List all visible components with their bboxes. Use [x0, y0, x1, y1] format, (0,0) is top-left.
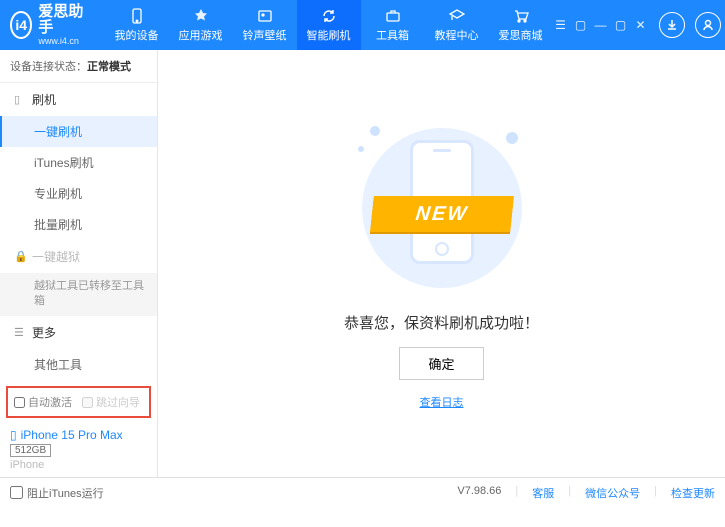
status-bar: 阻止iTunes运行 V7.98.66 | 客服 | 微信公众号 | 检查更新 [0, 477, 725, 507]
nav-my-device[interactable]: 我的设备 [105, 0, 169, 50]
sidebar-item-download-firmware[interactable]: 下载固件 [0, 380, 157, 382]
lock-icon: 🔒 [14, 250, 26, 263]
cart-icon [512, 7, 530, 25]
skin-icon[interactable]: ▢ [573, 17, 589, 33]
app-title: 爱思助手 [38, 4, 84, 37]
sidebar-item-batch-flash[interactable]: 批量刷机 [0, 209, 157, 240]
ok-button[interactable]: 确定 [399, 347, 483, 380]
group-flash[interactable]: ▯刷机 [0, 83, 157, 116]
user-button[interactable] [695, 12, 721, 38]
sidebar-item-oneclick-flash[interactable]: 一键刷机 [0, 116, 157, 147]
link-update[interactable]: 检查更新 [671, 485, 715, 501]
checkbox-skip-setup[interactable]: 跳过向导 [82, 394, 140, 410]
download-button[interactable] [659, 12, 685, 38]
toolbox-icon [384, 7, 402, 25]
link-service[interactable]: 客服 [532, 485, 554, 501]
nav-label: 智能刷机 [307, 27, 351, 43]
nav-flash[interactable]: 智能刷机 [297, 0, 361, 50]
list-icon: ☰ [14, 326, 26, 339]
view-log-link[interactable]: 查看日志 [420, 394, 464, 410]
success-message: 恭喜您，保资料刷机成功啦！ [344, 312, 539, 333]
device-icon: ▯ [10, 428, 17, 442]
apps-icon [192, 7, 210, 25]
nav-apps[interactable]: 应用游戏 [169, 0, 233, 50]
app-logo: i4 爱思助手 www.i4.cn [10, 4, 85, 47]
phone-small-icon: ▯ [14, 93, 26, 106]
connection-status: 设备连接状态：正常模式 [0, 50, 157, 83]
nav-toolbox[interactable]: 工具箱 [361, 0, 425, 50]
sidebar-item-itunes-flash[interactable]: iTunes刷机 [0, 147, 157, 178]
main-content: NEW 恭喜您，保资料刷机成功啦！ 确定 查看日志 [158, 50, 725, 477]
checkbox-auto-activate[interactable]: 自动激活 [14, 394, 72, 410]
link-wechat[interactable]: 微信公众号 [585, 485, 640, 501]
close-icon[interactable]: ✕ [633, 17, 649, 33]
nav-store[interactable]: 爱思商城 [489, 0, 553, 50]
device-storage: 512GB [10, 444, 51, 457]
nav-ringtones[interactable]: 铃声壁纸 [233, 0, 297, 50]
app-subtitle: www.i4.cn [38, 37, 84, 47]
nav-label: 应用游戏 [179, 27, 223, 43]
maximize-icon[interactable]: ▢ [613, 17, 629, 33]
school-icon [448, 7, 466, 25]
menu-icon[interactable]: ☰ [553, 17, 569, 33]
nav-label: 教程中心 [435, 27, 479, 43]
device-info[interactable]: ▯iPhone 15 Pro Max 512GB iPhone [0, 422, 157, 477]
sidebar-item-pro-flash[interactable]: 专业刷机 [0, 178, 157, 209]
device-type: iPhone [10, 459, 147, 471]
image-icon [256, 7, 274, 25]
phone-icon [128, 7, 146, 25]
nav-label: 爱思商城 [499, 27, 543, 43]
nav-label: 我的设备 [115, 27, 159, 43]
options-highlight: 自动激活 跳过向导 [6, 386, 151, 418]
nav-tutorials[interactable]: 教程中心 [425, 0, 489, 50]
group-jailbreak: 🔒一键越狱 [0, 240, 157, 273]
success-illustration: NEW [352, 118, 532, 298]
minimize-icon[interactable]: — [593, 17, 609, 33]
jailbreak-note: 越狱工具已转移至工具箱 [0, 273, 157, 316]
nav-label: 铃声壁纸 [243, 27, 287, 43]
sidebar-item-other-tools[interactable]: 其他工具 [0, 349, 157, 380]
version-label: V7.98.66 [457, 485, 501, 501]
main-nav: 我的设备 应用游戏 铃声壁纸 智能刷机 工具箱 教程中心 爱思商城 [105, 0, 553, 50]
sidebar: 设备连接状态：正常模式 ▯刷机 一键刷机 iTunes刷机 专业刷机 批量刷机 … [0, 50, 158, 477]
refresh-icon [320, 7, 338, 25]
logo-icon: i4 [10, 11, 32, 39]
title-bar: i4 爱思助手 www.i4.cn 我的设备 应用游戏 铃声壁纸 智能刷机 工具… [0, 0, 725, 50]
new-ribbon: NEW [370, 196, 514, 232]
group-more[interactable]: ☰更多 [0, 316, 157, 349]
nav-label: 工具箱 [376, 27, 409, 43]
checkbox-block-itunes[interactable]: 阻止iTunes运行 [10, 485, 104, 501]
